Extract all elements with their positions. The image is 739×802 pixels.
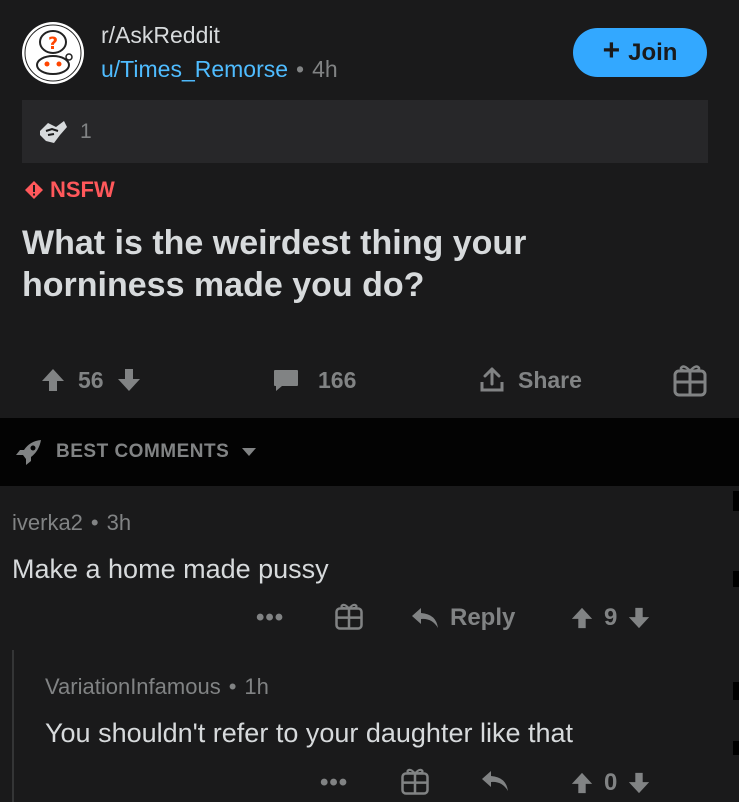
meta-separator: •	[296, 56, 305, 82]
vote-group: 56	[40, 355, 142, 405]
warning-diamond-icon	[25, 181, 43, 199]
reply-icon	[482, 771, 508, 791]
nsfw-tag: NSFW	[24, 177, 115, 203]
post-actions: 56 166 Share	[0, 355, 739, 405]
comment-meta: iverka2 • 3h	[12, 510, 131, 536]
edge-artifact	[733, 682, 739, 700]
downvote-icon[interactable]	[627, 606, 651, 630]
share-icon	[480, 367, 504, 392]
reply-award-button[interactable]	[400, 766, 430, 796]
gift-icon	[401, 768, 429, 795]
comment-award-button[interactable]	[334, 601, 364, 631]
reply-label: Reply	[450, 604, 516, 631]
edge-artifact	[733, 741, 739, 755]
subreddit-name[interactable]: r/AskReddit	[101, 22, 220, 49]
award-button[interactable]	[672, 355, 708, 405]
reply-button[interactable]: Reply	[410, 604, 515, 632]
more-icon: •••	[256, 604, 285, 631]
plus-icon: +	[602, 34, 621, 67]
reply-reply-button[interactable]	[480, 769, 510, 793]
sort-label: BEST COMMENTS	[56, 441, 230, 462]
reply-meta: VariationInfamous • 1h	[45, 674, 269, 700]
comment-author[interactable]: iverka2	[12, 510, 83, 536]
comment-count: 166	[318, 366, 357, 393]
post-author[interactable]: u/Times_Remorse	[101, 56, 288, 83]
award-icon	[40, 120, 67, 143]
downvote-icon[interactable]	[627, 771, 651, 795]
svg-text:?: ?	[48, 34, 58, 54]
post-meta: u/Times_Remorse • 4h	[101, 56, 338, 83]
comments-button[interactable]: 166	[272, 355, 356, 405]
comment-sort-bar[interactable]: BEST COMMENTS	[0, 418, 739, 486]
comment-body: Make a home made pussy	[12, 554, 329, 584]
upvote-icon[interactable]	[570, 771, 594, 795]
reply-icon	[412, 608, 438, 628]
gift-icon	[335, 603, 363, 630]
post-title[interactable]: What is the weirdest thing your hornines…	[22, 222, 642, 306]
chevron-down-icon	[242, 448, 257, 456]
gift-icon	[673, 365, 707, 397]
comment-vote-group: 9	[570, 604, 651, 632]
reply-vote-count: 0	[604, 769, 618, 796]
edge-artifact	[733, 491, 739, 511]
reply-body: You shouldn't refer to your daughter lik…	[45, 718, 574, 748]
award-bar[interactable]: 1	[22, 100, 708, 163]
reply-vote-group: 0	[570, 769, 651, 797]
meta-separator: •	[90, 510, 99, 535]
share-button[interactable]: Share	[478, 355, 582, 405]
join-label: Join	[628, 38, 678, 66]
comment-list: iverka2 • 3h Make a home made pussy ••• …	[0, 486, 739, 802]
upvote-icon[interactable]	[570, 606, 594, 630]
meta-separator: •	[228, 674, 237, 699]
askreddit-icon: ?	[24, 24, 82, 82]
reply-more-options-button[interactable]: •••	[320, 769, 348, 797]
comment-icon	[274, 370, 298, 391]
more-options-button[interactable]: •••	[256, 604, 284, 632]
reply-author[interactable]: VariationInfamous	[45, 674, 221, 700]
reply-age: 1h	[244, 674, 269, 699]
award-count: 1	[80, 119, 92, 143]
join-button[interactable]: + Join	[573, 28, 707, 77]
comment-vote-count: 9	[604, 604, 618, 631]
rocket-icon	[16, 440, 41, 465]
edge-artifact	[733, 571, 739, 587]
subreddit-avatar[interactable]: ?	[22, 22, 84, 84]
share-label: Share	[518, 366, 582, 393]
thread-line[interactable]	[12, 650, 14, 802]
comment-age: 3h	[106, 510, 132, 535]
post-card: ? r/AskReddit u/Times_Remorse • 4h + Joi…	[0, 0, 739, 418]
downvote-icon[interactable]	[116, 367, 142, 393]
more-icon: •••	[320, 769, 349, 796]
post-age: 4h	[312, 56, 338, 82]
nsfw-label: NSFW	[50, 177, 115, 202]
upvote-icon[interactable]	[40, 367, 66, 393]
post-vote-count: 56	[78, 366, 104, 393]
